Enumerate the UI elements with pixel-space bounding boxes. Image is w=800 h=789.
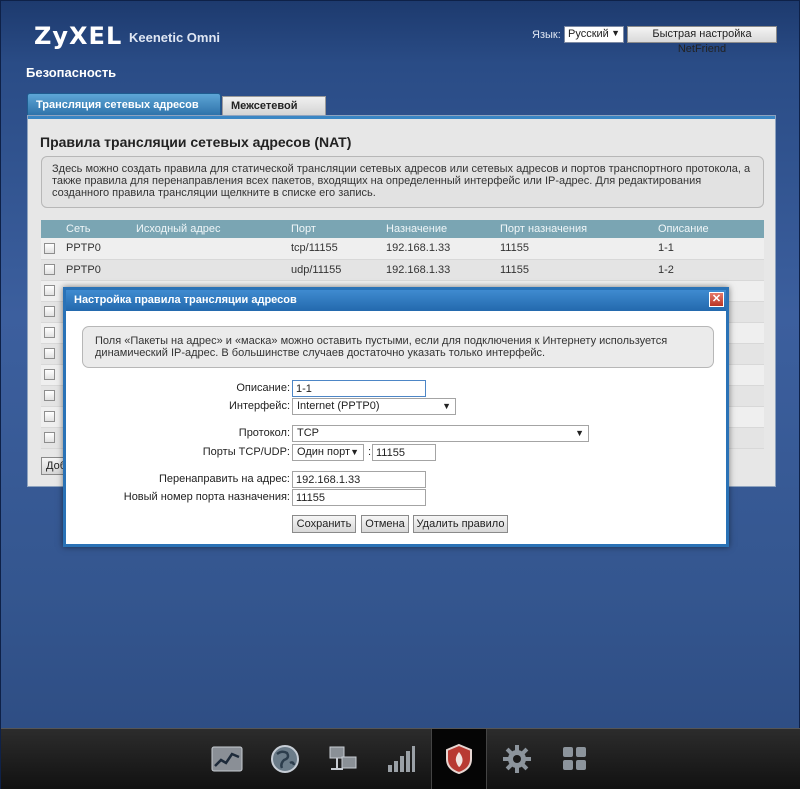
shield-icon xyxy=(446,743,472,775)
ports-mode-select[interactable]: Один порт ▼ xyxy=(292,444,364,461)
language-label: Язык: xyxy=(532,29,561,41)
row-checkbox[interactable] xyxy=(44,432,55,444)
dest-port-label: Новый номер порта назначения: xyxy=(123,491,290,503)
header-select xyxy=(41,220,63,238)
dock-item-security[interactable] xyxy=(431,729,487,789)
dock-item-wifi[interactable] xyxy=(373,729,429,789)
dest-port-input[interactable] xyxy=(292,489,426,506)
interface-select[interactable]: Internet (PPTP0) ▼ xyxy=(292,398,456,415)
header-network: Сеть xyxy=(63,220,133,238)
ports-label: Порты TCP/UDP: xyxy=(202,446,290,458)
bottom-dock xyxy=(1,728,800,789)
delete-rule-button[interactable]: Удалить правило xyxy=(413,515,508,533)
cell-source xyxy=(133,259,288,281)
panel-heading: Правила трансляции сетевых адресов (NAT) xyxy=(40,134,352,150)
cell-port: tcp/11155 xyxy=(288,238,383,260)
save-button[interactable]: Сохранить xyxy=(292,515,356,533)
chevron-down-icon: ▼ xyxy=(611,28,620,38)
globe-icon xyxy=(271,745,299,773)
table-row[interactable]: PPTP0 tcp/11155 192.168.1.33 11155 1-1 xyxy=(41,238,764,260)
cell-dest-port: 11155 xyxy=(497,238,655,260)
signal-icon xyxy=(388,746,415,772)
tab-firewall[interactable]: Межсетевой экран xyxy=(222,96,326,131)
header-port: Порт xyxy=(288,220,383,238)
header: ZyXEL Keenetic Omni Язык: Русский ▼ Быст… xyxy=(1,1,800,61)
nat-rule-dialog: Настройка правила трансляции адресов ✕ П… xyxy=(63,287,729,547)
description-label: Описание: xyxy=(236,382,290,394)
row-checkbox[interactable] xyxy=(44,411,55,423)
section-title: Безопасность xyxy=(26,65,117,80)
redirect-label: Перенаправить на адрес: xyxy=(158,473,290,485)
row-checkbox[interactable] xyxy=(44,306,55,318)
router-admin-window: ZyXEL Keenetic Omni Язык: Русский ▼ Быст… xyxy=(0,0,800,789)
description-input[interactable] xyxy=(292,380,426,397)
dialog-title: Настройка правила трансляции адресов xyxy=(66,290,726,311)
dock-item-home-network[interactable] xyxy=(315,729,371,789)
chart-icon xyxy=(211,746,243,772)
interface-value: Internet (PPTP0) xyxy=(297,400,380,412)
row-checkbox[interactable] xyxy=(44,369,55,381)
table-row[interactable]: PPTP0 udp/11155 192.168.1.33 11155 1-2 xyxy=(41,259,764,281)
header-source: Исходный адрес xyxy=(133,220,288,238)
dock-item-system[interactable] xyxy=(489,729,545,789)
model-name: Keenetic Omni xyxy=(129,30,221,45)
protocol-select[interactable]: TCP ▼ xyxy=(292,425,589,442)
language-select[interactable]: Русский ▼ xyxy=(564,26,624,43)
gear-icon xyxy=(503,745,531,773)
network-icon xyxy=(329,746,357,770)
cancel-button[interactable]: Отмена xyxy=(361,515,409,533)
close-icon[interactable]: ✕ xyxy=(709,292,724,307)
header-description: Описание xyxy=(655,220,764,238)
tab-nat[interactable]: Трансляция сетевых адресов (NAT) xyxy=(27,93,221,133)
cell-dest-port: 11155 xyxy=(497,259,655,281)
protocol-label: Протокол: xyxy=(238,427,290,439)
interface-label: Интерфейс: xyxy=(229,400,290,412)
quick-setup-button[interactable]: Быстрая настройка NetFriend xyxy=(627,26,777,55)
cell-network: PPTP0 xyxy=(63,238,133,260)
cell-destination: 192.168.1.33 xyxy=(383,238,497,260)
chevron-down-icon: ▼ xyxy=(575,428,584,438)
language-value: Русский xyxy=(568,28,609,40)
cell-destination: 192.168.1.33 xyxy=(383,259,497,281)
description-box: Здесь можно создать правила для статичес… xyxy=(41,156,764,208)
cell-port: udp/11155 xyxy=(288,259,383,281)
cell-description: 1-1 xyxy=(655,238,764,260)
dock-item-internet[interactable] xyxy=(257,729,313,789)
apps-icon xyxy=(563,747,586,770)
row-checkbox[interactable] xyxy=(44,390,55,402)
chevron-down-icon: ▼ xyxy=(442,401,451,411)
dock-item-apps[interactable] xyxy=(547,729,603,789)
cell-network: PPTP0 xyxy=(63,259,133,281)
redirect-address-input[interactable] xyxy=(292,471,426,488)
panel-accent-bar xyxy=(28,116,775,119)
row-checkbox[interactable] xyxy=(44,242,55,254)
ports-separator: : xyxy=(368,446,372,458)
protocol-value: TCP xyxy=(297,427,319,439)
row-checkbox[interactable] xyxy=(44,264,55,276)
dock-item-monitor[interactable] xyxy=(199,729,255,789)
table-header-row: Сеть Исходный адрес Порт Назначение Порт… xyxy=(41,220,764,238)
cell-description: 1-2 xyxy=(655,259,764,281)
row-checkbox[interactable] xyxy=(44,285,55,297)
brand-logo: ZyXEL xyxy=(34,22,123,50)
header-destination: Назначение xyxy=(383,220,497,238)
ports-mode-value: Один порт xyxy=(297,446,350,458)
chevron-down-icon: ▼ xyxy=(350,447,359,457)
row-checkbox[interactable] xyxy=(44,327,55,339)
header-dest-port: Порт назначения xyxy=(497,220,655,238)
port-input[interactable] xyxy=(372,444,436,461)
row-checkbox[interactable] xyxy=(44,348,55,360)
dialog-note: Поля «Пакеты на адрес» и «маска» можно о… xyxy=(82,326,714,368)
cell-source xyxy=(133,238,288,260)
